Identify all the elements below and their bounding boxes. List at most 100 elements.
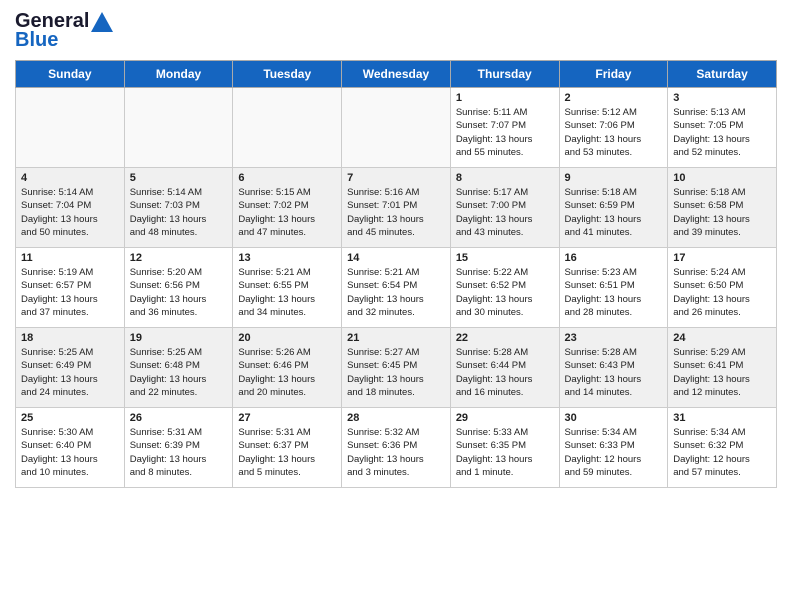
cell-text: Sunset: 6:39 PM (130, 439, 228, 452)
day-number: 22 (456, 332, 554, 344)
cell-text: Daylight: 13 hours (565, 293, 663, 306)
cell-text: Sunrise: 5:25 AM (21, 346, 119, 359)
cell-text: Sunrise: 5:17 AM (456, 186, 554, 199)
cell-text: Daylight: 13 hours (21, 213, 119, 226)
cell-text: Sunrise: 5:13 AM (673, 106, 771, 119)
cell-text: Daylight: 13 hours (130, 293, 228, 306)
logo-icon (91, 12, 113, 32)
calendar-cell: 25Sunrise: 5:30 AMSunset: 6:40 PMDayligh… (16, 408, 125, 488)
day-number: 28 (347, 412, 445, 424)
cell-text: Sunset: 7:05 PM (673, 119, 771, 132)
cell-text: Sunset: 6:40 PM (21, 439, 119, 452)
calendar-cell: 1Sunrise: 5:11 AMSunset: 7:07 PMDaylight… (450, 88, 559, 168)
cell-text: Sunrise: 5:21 AM (238, 266, 336, 279)
cell-text: Sunset: 6:33 PM (565, 439, 663, 452)
cell-text: Sunrise: 5:18 AM (565, 186, 663, 199)
cell-text: and 12 minutes. (673, 386, 771, 399)
calendar-cell (233, 88, 342, 168)
cell-text: and 45 minutes. (347, 226, 445, 239)
day-number: 14 (347, 252, 445, 264)
cell-text: Daylight: 13 hours (347, 373, 445, 386)
calendar-cell: 15Sunrise: 5:22 AMSunset: 6:52 PMDayligh… (450, 248, 559, 328)
cell-text: Sunset: 6:50 PM (673, 279, 771, 292)
calendar-cell: 11Sunrise: 5:19 AMSunset: 6:57 PMDayligh… (16, 248, 125, 328)
cell-text: Sunset: 6:43 PM (565, 359, 663, 372)
calendar-cell: 6Sunrise: 5:15 AMSunset: 7:02 PMDaylight… (233, 168, 342, 248)
cell-text: Sunrise: 5:28 AM (565, 346, 663, 359)
cell-text: and 50 minutes. (21, 226, 119, 239)
col-header-friday: Friday (559, 61, 668, 88)
cell-text: and 3 minutes. (347, 466, 445, 479)
cell-text: Daylight: 13 hours (238, 213, 336, 226)
calendar-cell: 28Sunrise: 5:32 AMSunset: 6:36 PMDayligh… (342, 408, 451, 488)
day-number: 31 (673, 412, 771, 424)
cell-text: Daylight: 13 hours (238, 453, 336, 466)
cell-text: Daylight: 13 hours (130, 373, 228, 386)
cell-text: and 18 minutes. (347, 386, 445, 399)
col-header-wednesday: Wednesday (342, 61, 451, 88)
cell-text: Sunset: 6:46 PM (238, 359, 336, 372)
calendar-cell: 30Sunrise: 5:34 AMSunset: 6:33 PMDayligh… (559, 408, 668, 488)
calendar-cell: 12Sunrise: 5:20 AMSunset: 6:56 PMDayligh… (124, 248, 233, 328)
cell-text: Sunrise: 5:23 AM (565, 266, 663, 279)
day-number: 26 (130, 412, 228, 424)
day-number: 25 (21, 412, 119, 424)
cell-text: Daylight: 12 hours (565, 453, 663, 466)
calendar-cell: 16 Sunrise: 5:23 AMSunset: 6:51 PMDayligh… (559, 248, 668, 328)
cell-text: Sunset: 7:02 PM (238, 199, 336, 212)
cell-text: Sunrise: 5:20 AM (130, 266, 228, 279)
calendar-cell: 17Sunrise: 5:24 AMSunset: 6:50 PMDayligh… (668, 248, 777, 328)
cell-text: and 10 minutes. (21, 466, 119, 479)
cell-text: and 30 minutes. (456, 306, 554, 319)
cell-text: and 52 minutes. (673, 146, 771, 159)
day-number: 18 (21, 332, 119, 344)
cell-text: Sunset: 6:41 PM (673, 359, 771, 372)
cell-text: Sunset: 6:49 PM (21, 359, 119, 372)
cell-text: Sunrise: 5:18 AM (673, 186, 771, 199)
cell-text: and 14 minutes. (565, 386, 663, 399)
calendar-cell: 3Sunrise: 5:13 AMSunset: 7:05 PMDaylight… (668, 88, 777, 168)
cell-text: Daylight: 13 hours (130, 213, 228, 226)
day-number: 13 (238, 252, 336, 264)
calendar-cell: 13Sunrise: 5:21 AMSunset: 6:55 PMDayligh… (233, 248, 342, 328)
cell-text: and 48 minutes. (130, 226, 228, 239)
cell-text: Sunrise: 5:31 AM (238, 426, 336, 439)
cell-text: Sunset: 6:51 PM (565, 279, 663, 292)
calendar-cell: 4Sunrise: 5:14 AMSunset: 7:04 PMDaylight… (16, 168, 125, 248)
cell-text: Daylight: 13 hours (347, 213, 445, 226)
cell-text: Sunset: 7:06 PM (565, 119, 663, 132)
cell-text: Sunset: 6:37 PM (238, 439, 336, 452)
col-header-saturday: Saturday (668, 61, 777, 88)
cell-text: Sunrise: 5:31 AM (130, 426, 228, 439)
cell-text: Sunrise: 5:24 AM (673, 266, 771, 279)
day-number: 16 (565, 252, 663, 264)
calendar-cell (342, 88, 451, 168)
calendar-cell: 23Sunrise: 5:28 AMSunset: 6:43 PMDayligh… (559, 328, 668, 408)
cell-text: and 34 minutes. (238, 306, 336, 319)
day-number: 7 (347, 172, 445, 184)
cell-text: Daylight: 13 hours (347, 293, 445, 306)
cell-text: Sunrise: 5:29 AM (673, 346, 771, 359)
cell-text: Sunrise: 5:28 AM (456, 346, 554, 359)
cell-text: Sunrise: 5:12 AM (565, 106, 663, 119)
cell-text: Sunrise: 5:34 AM (673, 426, 771, 439)
cell-text: and 36 minutes. (130, 306, 228, 319)
day-number: 20 (238, 332, 336, 344)
cell-text: Daylight: 13 hours (565, 373, 663, 386)
day-number: 12 (130, 252, 228, 264)
calendar-cell: 31Sunrise: 5:34 AMSunset: 6:32 PMDayligh… (668, 408, 777, 488)
cell-text: Daylight: 13 hours (456, 213, 554, 226)
cell-text: Sunset: 6:45 PM (347, 359, 445, 372)
cell-text: Daylight: 12 hours (673, 453, 771, 466)
day-number: 3 (673, 92, 771, 104)
calendar-cell: 19Sunrise: 5:25 AMSunset: 6:48 PMDayligh… (124, 328, 233, 408)
cell-text: and 37 minutes. (21, 306, 119, 319)
col-header-tuesday: Tuesday (233, 61, 342, 88)
day-number: 29 (456, 412, 554, 424)
calendar-cell: 10Sunrise: 5:18 AMSunset: 6:58 PMDayligh… (668, 168, 777, 248)
cell-text: Sunrise: 5:32 AM (347, 426, 445, 439)
cell-text: Sunset: 6:59 PM (565, 199, 663, 212)
cell-text: Sunset: 7:07 PM (456, 119, 554, 132)
cell-text: Sunrise: 5:27 AM (347, 346, 445, 359)
cell-text: Sunset: 7:03 PM (130, 199, 228, 212)
